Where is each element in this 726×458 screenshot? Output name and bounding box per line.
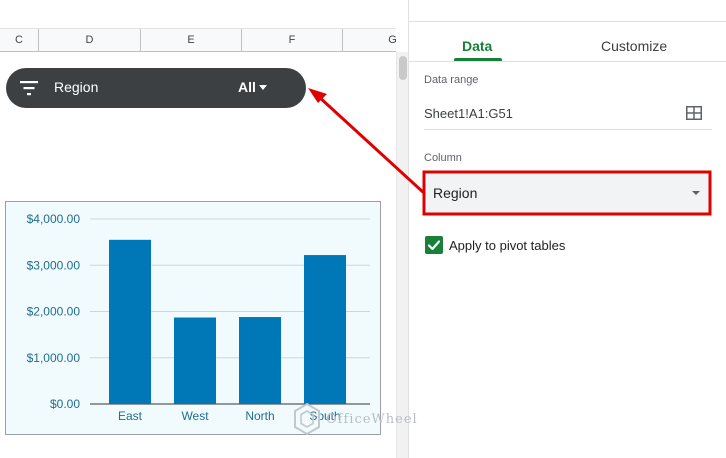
column-header-c[interactable]: C xyxy=(0,29,39,52)
y-tick-label: $0.00 xyxy=(50,397,80,411)
watermark-logo-icon xyxy=(294,402,320,436)
data-range-input[interactable]: Sheet1!A1:G51 xyxy=(424,106,513,121)
watermark: OfficeWheel xyxy=(292,402,417,441)
chart-bar[interactable] xyxy=(109,239,151,404)
panel-top-bar xyxy=(409,0,726,22)
column-header-f[interactable]: F xyxy=(242,29,343,52)
x-tick-label: North xyxy=(245,409,274,423)
y-tick-label: $2,000.00 xyxy=(27,305,81,319)
sheet-top-strip xyxy=(0,0,396,29)
filter-icon xyxy=(20,81,38,96)
chart-bar[interactable] xyxy=(174,317,216,404)
column-header-g[interactable]: G xyxy=(343,29,396,52)
apply-pivot-checkbox[interactable] xyxy=(425,236,443,254)
tab-divider xyxy=(409,61,726,62)
column-dropdown[interactable]: Region xyxy=(427,174,709,213)
column-label: Column xyxy=(424,152,462,164)
slicer-filter-chip[interactable]: Region All xyxy=(6,68,306,108)
data-range-label: Data range xyxy=(424,74,479,86)
chart-bar[interactable] xyxy=(239,317,281,404)
watermark-text: OfficeWheel xyxy=(326,412,418,427)
column-header-e[interactable]: E xyxy=(141,29,242,52)
slicer-column-label: Region xyxy=(54,79,99,95)
y-tick-label: $3,000.00 xyxy=(27,258,81,272)
tab-data[interactable]: Data xyxy=(462,38,492,54)
bar-chart-svg: $0.00 $1,000.00 $2,000.00 $3,000.00 $4,000.0… xyxy=(27,212,370,423)
column-header-row: C D E F G xyxy=(0,29,396,52)
slicer-value[interactable]: All xyxy=(238,79,256,95)
checkmark-icon xyxy=(427,240,441,251)
apply-pivot-label: Apply to pivot tables xyxy=(449,238,566,253)
bar-chart[interactable]: $0.00 $1,000.00 $2,000.00 $3,000.00 $4,000.0… xyxy=(5,201,381,435)
x-tick-label: West xyxy=(181,409,209,423)
slicer-editor-panel: Data Customize Data range Sheet1!A1:G51 … xyxy=(408,0,726,458)
column-header-d[interactable]: D xyxy=(39,29,141,52)
select-range-grid-icon[interactable] xyxy=(686,106,702,120)
spreadsheet-area: C D E F G Region All $0.00 $1,000.00 $2,00… xyxy=(0,0,396,458)
caret-down-icon[interactable] xyxy=(259,85,267,90)
scrollbar-thumb[interactable] xyxy=(399,56,407,80)
y-tick-label: $1,000.00 xyxy=(27,351,81,365)
x-tick-label: East xyxy=(118,409,143,423)
caret-down-icon xyxy=(692,191,700,195)
data-range-underline xyxy=(424,129,712,130)
chart-bar[interactable] xyxy=(304,255,346,404)
tab-customize[interactable]: Customize xyxy=(601,38,667,54)
vertical-scrollbar[interactable] xyxy=(396,52,408,458)
y-tick-label: $4,000.00 xyxy=(27,212,81,226)
column-dropdown-value: Region xyxy=(433,185,478,201)
